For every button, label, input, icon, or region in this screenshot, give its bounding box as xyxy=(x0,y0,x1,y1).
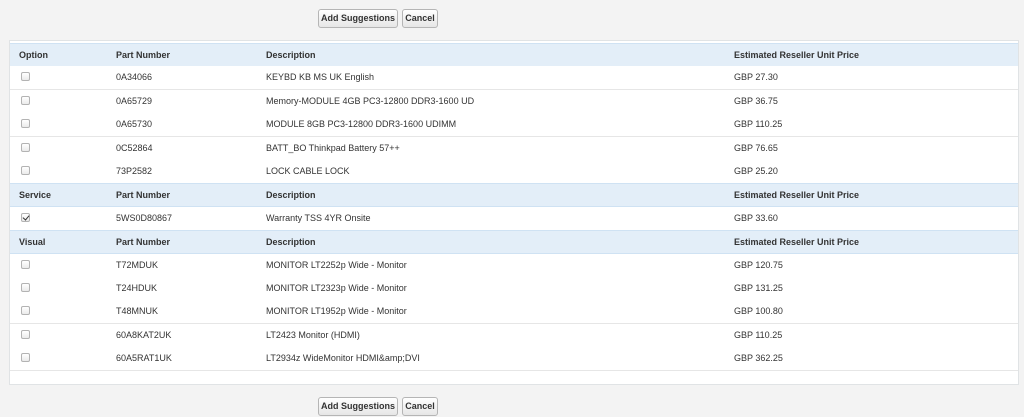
table-row: 5WS0D80867 Warranty TSS 4YR Onsite GBP 33.… xyxy=(10,207,1018,231)
column-header-category: Option xyxy=(19,50,48,60)
part-number-cell: 0A65730 xyxy=(116,119,153,129)
description-cell: MODULE 8GB PC3-12800 DDR3-1600 UDIMM xyxy=(266,119,457,129)
description-cell: LT2934z WideMonitor HDMI&amp;DVI xyxy=(266,353,420,363)
column-header-part-number: Part Number xyxy=(116,237,171,247)
description-cell: BATT_BO Thinkpad Battery 57++ xyxy=(266,143,400,153)
price-cell: GBP 120.75 xyxy=(734,260,783,270)
table-row: 0C52864 BATT_BO Thinkpad Battery 57++ GBP … xyxy=(10,137,1018,161)
price-cell: GBP 76.65 xyxy=(734,143,778,153)
part-number-cell: 0C52864 xyxy=(116,143,153,153)
checkbox[interactable] xyxy=(21,72,30,81)
description-cell: MONITOR LT2252p Wide - Monitor xyxy=(266,260,407,270)
add-suggestions-button[interactable]: Add Suggestions xyxy=(318,397,398,416)
table-row: 0A65729 Memory-MODULE 4GB PC3-12800 DDR3-… xyxy=(10,90,1018,114)
checkbox-checked[interactable] xyxy=(21,213,30,222)
description-cell: LT2423 Monitor (HDMI) xyxy=(266,330,360,340)
column-header-price: Estimated Reseller Unit Price xyxy=(734,237,860,247)
price-cell: GBP 25.20 xyxy=(734,166,778,176)
add-suggestions-button[interactable]: Add Suggestions xyxy=(318,9,398,28)
checkbox[interactable] xyxy=(21,96,30,105)
column-header-description: Description xyxy=(266,237,316,247)
column-header-price: Estimated Reseller Unit Price xyxy=(734,50,860,60)
price-cell: GBP 33.60 xyxy=(734,213,778,223)
price-cell: GBP 27.30 xyxy=(734,72,778,82)
checkbox[interactable] xyxy=(21,143,30,152)
column-header-part-number: Part Number xyxy=(116,50,171,60)
column-header-category: Service xyxy=(19,190,52,200)
part-number-cell: 0A65729 xyxy=(116,96,153,106)
table-row: T48MNUK MONITOR LT1952p Wide - Monitor GBP… xyxy=(10,300,1018,324)
checkbox[interactable] xyxy=(21,119,30,128)
column-header-price: Estimated Reseller Unit Price xyxy=(734,190,860,200)
price-cell: GBP 100.80 xyxy=(734,306,783,316)
table-row: 73P2582 LOCK CABLE LOCK GBP 25.20 xyxy=(10,160,1018,184)
column-header-description: Description xyxy=(266,50,316,60)
price-cell: GBP 36.75 xyxy=(734,96,778,106)
description-cell: Warranty TSS 4YR Onsite xyxy=(266,213,371,223)
checkbox[interactable] xyxy=(21,166,30,175)
price-cell: GBP 362.25 xyxy=(734,353,783,363)
description-cell: LOCK CABLE LOCK xyxy=(266,166,350,176)
cancel-button[interactable]: Cancel xyxy=(402,9,438,28)
section-header: Visual Part Number Description Estimated Re… xyxy=(10,230,1018,254)
checkbox[interactable] xyxy=(21,283,30,292)
checkbox[interactable] xyxy=(21,353,30,362)
checkbox[interactable] xyxy=(21,306,30,315)
cancel-button[interactable]: Cancel xyxy=(402,397,438,416)
section-header: Option Part Number Description Estimated Re… xyxy=(10,43,1018,67)
bottom-button-bar: Add Suggestions Cancel xyxy=(0,390,1024,417)
part-number-cell: 0A34066 xyxy=(116,72,153,82)
description-cell: MONITOR LT2323p Wide - Monitor xyxy=(266,283,407,293)
table-row: T24HDUK MONITOR LT2323p Wide - Monitor GBP… xyxy=(10,277,1018,301)
checkbox[interactable] xyxy=(21,330,30,339)
part-number-cell: 73P2582 xyxy=(116,166,153,176)
table-row: 0A65730 MODULE 8GB PC3-12800 DDR3-1600 UD… xyxy=(10,113,1018,137)
price-cell: GBP 110.25 xyxy=(734,119,783,129)
description-cell: KEYBD KB MS UK English xyxy=(266,72,375,82)
description-cell: MONITOR LT1952p Wide - Monitor xyxy=(266,306,407,316)
price-cell: GBP 131.25 xyxy=(734,283,783,293)
part-number-cell: T48MNUK xyxy=(116,306,159,316)
section-header: Service Part Number Description Estimated R… xyxy=(10,183,1018,207)
checkbox[interactable] xyxy=(21,260,30,269)
table-row: 60A5RAT1UK LT2934z WideMonitor HDMI&amp;D… xyxy=(10,347,1018,371)
price-cell: GBP 110.25 xyxy=(734,330,783,340)
table-row: T72MDUK MONITOR LT2252p Wide - Monitor GBP… xyxy=(10,254,1018,278)
part-number-cell: 60A8KAT2UK xyxy=(116,330,172,340)
description-cell: Memory-MODULE 4GB PC3-12800 DDR3-1600 UD xyxy=(266,96,475,106)
part-number-cell: T72MDUK xyxy=(116,260,159,270)
part-number-cell: T24HDUK xyxy=(116,283,158,293)
suggestions-table: Option Part Number Description Estimated Re… xyxy=(9,40,1019,385)
part-number-cell: 5WS0D80867 xyxy=(116,213,173,223)
table-row: 0A34066 KEYBD KB MS UK English GBP 27.30 xyxy=(10,66,1018,90)
part-number-cell: 60A5RAT1UK xyxy=(116,353,172,363)
column-header-description: Description xyxy=(266,190,316,200)
column-header-category: Visual xyxy=(19,237,46,247)
table-row: 60A8KAT2UK LT2423 Monitor (HDMI) GBP 110.2… xyxy=(10,324,1018,348)
top-button-bar: Add Suggestions Cancel xyxy=(0,0,1024,32)
column-header-part-number: Part Number xyxy=(116,190,171,200)
